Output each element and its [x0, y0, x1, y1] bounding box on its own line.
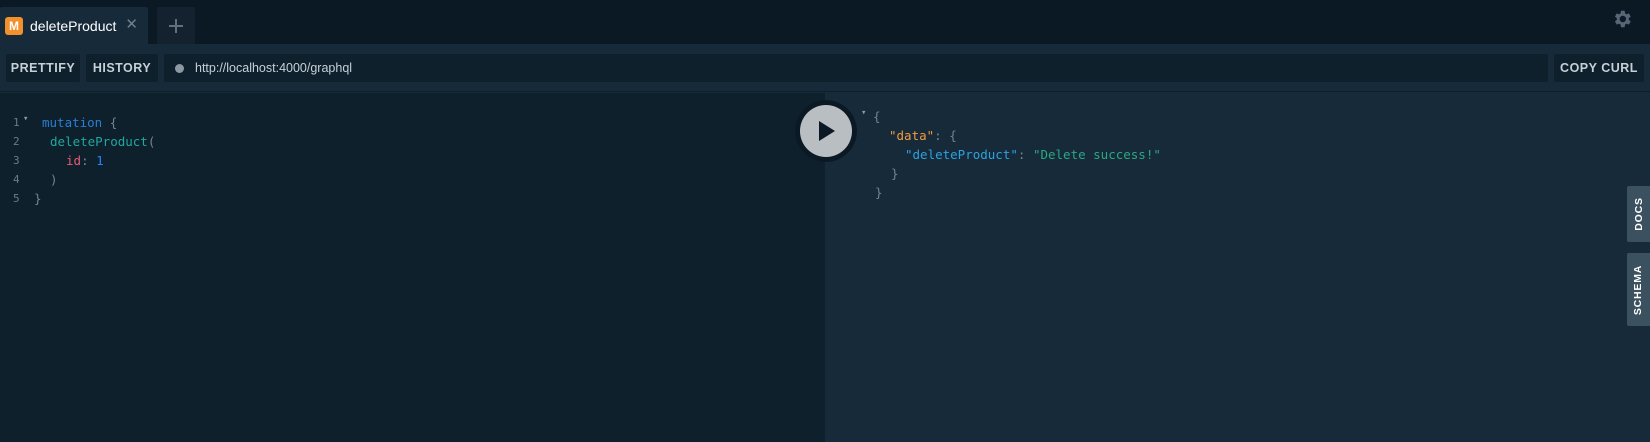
result-line-3: "deleteProduct": "Delete success!": [905, 145, 1161, 164]
close-brace: }: [34, 191, 42, 206]
open-paren: (: [147, 134, 156, 149]
new-tab-button[interactable]: [157, 7, 195, 44]
gear-icon[interactable]: [1611, 8, 1633, 30]
field-key: "deleteProduct": [905, 147, 1018, 162]
code-line-1: mutation {: [42, 113, 117, 132]
operation-badge: M: [5, 16, 23, 35]
schema-tab-label: SCHEMA: [1632, 264, 1645, 315]
result-line-5: }: [875, 183, 883, 202]
line-number: 3: [13, 154, 20, 167]
docs-tab-label: DOCS: [1632, 197, 1645, 231]
endpoint-url-input[interactable]: [193, 60, 1548, 76]
line-number: 5: [13, 192, 20, 205]
close-brace: }: [875, 185, 883, 200]
inner-close-brace: }: [891, 166, 899, 181]
result-line-2: "data": {: [889, 126, 957, 145]
toolbar: PRETTIFY HISTORY COPY CURL: [0, 44, 1650, 92]
docs-tab[interactable]: DOCS: [1627, 186, 1650, 242]
close-paren: ): [50, 172, 58, 187]
execute-query-button[interactable]: [795, 100, 857, 162]
status-dot-icon: [175, 63, 184, 73]
open-brace: {: [109, 115, 118, 130]
plus-icon: [169, 18, 183, 33]
prettify-button[interactable]: PRETTIFY: [6, 54, 80, 82]
code-line-5: }: [34, 189, 42, 208]
code-line-3: id: 1: [66, 151, 104, 170]
line-number: 2: [13, 135, 20, 148]
play-icon: [819, 121, 835, 141]
colon: :: [1017, 147, 1026, 162]
open-brace: {: [873, 109, 881, 124]
arg-name: id: [66, 153, 82, 168]
tab-title: deleteProduct: [30, 17, 117, 34]
schema-tab[interactable]: SCHEMA: [1627, 253, 1650, 326]
result-line-4: }: [891, 164, 899, 183]
tab-deleteproduct[interactable]: M deleteProduct ✕: [0, 7, 148, 44]
inner-open-brace: {: [949, 128, 957, 143]
arg-value: 1: [96, 153, 104, 168]
field-value: "Delete success!": [1032, 147, 1161, 162]
result-line-1: {: [873, 107, 881, 126]
tab-bar: M deleteProduct ✕: [0, 0, 1650, 44]
line-number: 4: [13, 173, 20, 186]
close-icon[interactable]: ✕: [125, 15, 138, 35]
run-button-face: [800, 105, 852, 157]
colon: :: [934, 128, 942, 143]
data-key: "data": [889, 128, 935, 143]
fold-arrow-icon[interactable]: ▾: [23, 114, 28, 124]
copy-curl-button[interactable]: COPY CURL: [1554, 54, 1644, 82]
fold-arrow-icon[interactable]: ▾: [861, 108, 866, 118]
history-button[interactable]: HISTORY: [86, 54, 158, 82]
field-deleteproduct: deleteProduct: [50, 134, 148, 149]
code-line-4: ): [50, 170, 58, 189]
keyword-mutation: mutation: [42, 115, 103, 130]
code-line-2: deleteProduct(: [50, 132, 155, 151]
endpoint-bar: [164, 54, 1548, 82]
result-viewer: ▾ { "data": { "deleteProduct": "Delete s…: [825, 93, 1650, 442]
query-editor[interactable]: 1 ▾ mutation { 2 deleteProduct( 3 id: 1 …: [0, 93, 825, 442]
colon: :: [81, 153, 89, 168]
